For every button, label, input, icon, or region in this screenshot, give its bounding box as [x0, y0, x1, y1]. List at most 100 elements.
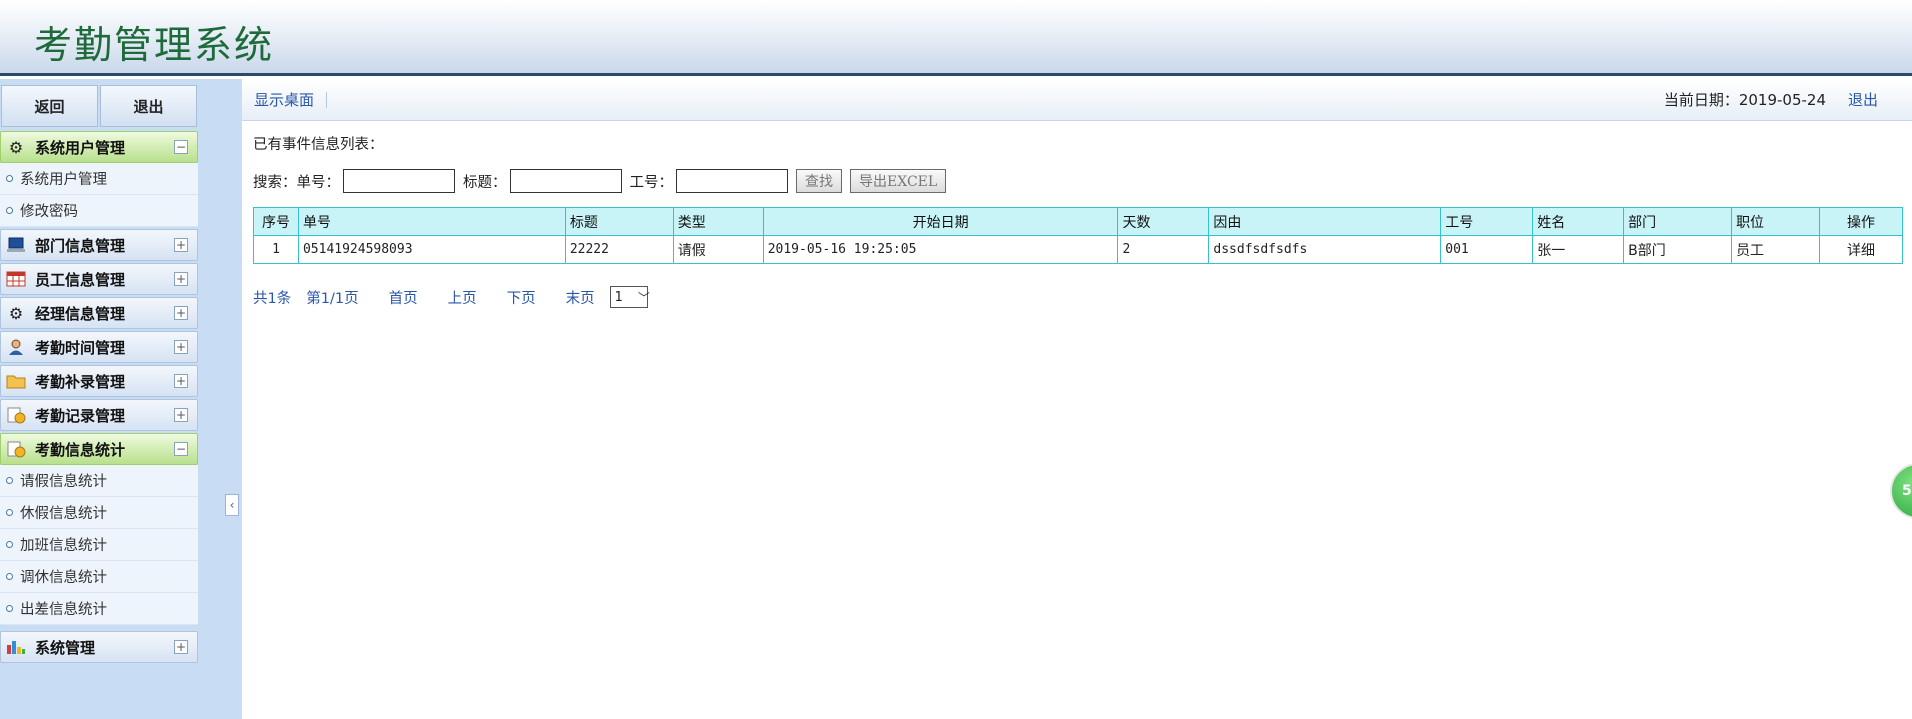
cell-emp-no: 001	[1440, 235, 1534, 264]
menu-item-compensatory-leave-stats[interactable]: 调休信息统计	[0, 561, 198, 593]
menu-group-label: 系统管理	[35, 638, 96, 657]
menu-group-managers[interactable]: ⚙ 经理信息管理 +	[0, 297, 198, 329]
first-page-link[interactable]: 首页	[389, 287, 418, 308]
col-header: 序号	[253, 207, 299, 236]
cell-title: 22222	[564, 235, 674, 264]
current-date: 当前日期：2019-05-24	[1663, 91, 1826, 109]
page-select-value: 1	[614, 289, 623, 305]
menu-item-vacation-stats[interactable]: 休假信息统计	[0, 497, 198, 529]
bullet-icon	[6, 477, 13, 484]
bullet-icon	[6, 605, 13, 612]
menu-item-business-trip-stats[interactable]: 出差信息统计	[0, 593, 198, 625]
menu-group-system-users[interactable]: ⚙ 系统用户管理 −	[0, 131, 198, 163]
menu-item-label: 调休信息统计	[20, 570, 107, 586]
pagination: 共1条 第1/1页 首页 上页 下页 末页 1 ﹀	[253, 286, 650, 308]
main-content: 显示桌面 当前日期：2019-05-24 退出 已有事件信息列表： 搜索： 单号…	[242, 79, 1912, 719]
menu-group-label: 考勤补录管理	[35, 372, 126, 391]
expand-toggle-icon[interactable]: +	[174, 306, 188, 320]
show-desktop-link[interactable]: 显示桌面	[254, 89, 314, 110]
list-title: 已有事件信息列表：	[253, 137, 384, 153]
back-button[interactable]: 返回	[1, 85, 98, 127]
cell-start-date: 2019-05-16 19:25:05	[762, 235, 1119, 264]
menu-item-label: 请假信息统计	[20, 474, 107, 490]
order-no-input[interactable]	[343, 169, 455, 193]
page-select[interactable]: 1 ﹀	[609, 286, 650, 308]
coins-icon	[5, 405, 27, 425]
bullet-icon	[6, 509, 13, 516]
menu-group-label: 考勤记录管理	[35, 406, 126, 425]
cell-days: 2	[1117, 235, 1210, 264]
cell-reason: dssdfsdfsdfs	[1208, 235, 1442, 264]
menu-item-change-password[interactable]: 修改密码	[0, 195, 198, 227]
emp-no-input[interactable]	[676, 169, 788, 193]
table-icon	[5, 269, 27, 289]
cell-type: 请假	[672, 235, 764, 264]
col-header: 工号	[1440, 207, 1534, 236]
menu-item-overtime-stats[interactable]: 加班信息统计	[0, 529, 198, 561]
col-header: 职位	[1731, 207, 1820, 236]
col-header: 姓名	[1532, 207, 1625, 236]
menu-group-employees[interactable]: 员工信息管理 +	[0, 263, 198, 295]
toolbar: 显示桌面 当前日期：2019-05-24 退出	[242, 79, 1912, 121]
menu-group-departments[interactable]: 部门信息管理 +	[0, 229, 198, 261]
menu-group-label: 经理信息管理	[35, 304, 126, 323]
menu-group-label: 考勤信息统计	[35, 440, 126, 459]
app-title: 考勤管理系统	[34, 23, 275, 67]
cell-name: 张一	[1532, 235, 1625, 264]
cell-position: 员工	[1731, 235, 1820, 264]
col-header: 天数	[1117, 207, 1210, 236]
export-excel-button[interactable]: 导出EXCEL	[850, 169, 947, 193]
toolbar-divider	[326, 91, 328, 108]
coins-icon	[5, 439, 27, 459]
sidebar-top-buttons: 返回 退出	[0, 83, 198, 129]
logout-link[interactable]: 退出	[1848, 89, 1878, 110]
title-input[interactable]	[509, 169, 622, 193]
menu-item-leave-stats[interactable]: 请假信息统计	[0, 465, 198, 497]
table-header-row: 序号 单号 标题 类型 开始日期 天数 因由 工号 姓名 部门 职位 操作	[253, 207, 1903, 236]
user-icon	[5, 337, 27, 357]
app-header: 考勤管理系统	[0, 0, 1912, 76]
sidebar-menu: 返回 退出 ⚙ 系统用户管理 − 系统用户管理 修改密码 部门信息管理 + 员工…	[0, 83, 198, 663]
collapse-toggle-icon[interactable]: −	[174, 442, 188, 456]
detail-link[interactable]: 详细	[1819, 235, 1903, 264]
col-header: 类型	[672, 207, 764, 236]
menu-group-system-management[interactable]: 系统管理 +	[0, 631, 198, 663]
menu-group-attendance-statistics[interactable]: 考勤信息统计 −	[0, 433, 198, 465]
chevron-down-icon: ﹀	[637, 290, 650, 305]
pager-total: 共1条	[253, 290, 292, 307]
menu-item-label: 系统用户管理	[20, 172, 107, 188]
expand-toggle-icon[interactable]: +	[174, 374, 188, 388]
col-header: 开始日期	[762, 207, 1119, 236]
collapse-toggle-icon[interactable]: −	[174, 140, 188, 154]
last-page-link[interactable]: 末页	[566, 287, 595, 308]
gear-icon: ⚙	[8, 137, 24, 157]
prev-page-link[interactable]: 上页	[448, 287, 477, 308]
find-button[interactable]: 查找	[796, 169, 842, 193]
menu-group-attendance-records[interactable]: 考勤记录管理 +	[0, 399, 198, 431]
menu-item-system-users[interactable]: 系统用户管理	[0, 163, 198, 195]
col-header: 部门	[1623, 207, 1733, 236]
menu-group-label: 考勤时间管理	[35, 338, 126, 357]
sidebar: 返回 退出 ⚙ 系统用户管理 − 系统用户管理 修改密码 部门信息管理 + 员工…	[0, 79, 242, 719]
exit-button[interactable]: 退出	[100, 85, 197, 127]
menu-group-label: 系统用户管理	[35, 138, 126, 157]
menu-group-label: 部门信息管理	[35, 236, 126, 255]
pager-page: 第1/1页	[306, 290, 359, 307]
laptop-icon	[5, 235, 27, 255]
menu-group-attendance-supplement[interactable]: 考勤补录管理 +	[0, 365, 198, 397]
expand-toggle-icon[interactable]: +	[174, 640, 188, 654]
next-page-link[interactable]: 下页	[507, 287, 536, 308]
cell-order-no: 05141924598093	[297, 235, 566, 264]
sidebar-collapse-icon[interactable]: ‹	[225, 494, 239, 516]
bullet-icon	[6, 573, 13, 580]
menu-group-attendance-time[interactable]: 考勤时间管理 +	[0, 331, 198, 363]
gear-icon: ⚙	[8, 303, 24, 323]
expand-toggle-icon[interactable]: +	[174, 238, 188, 252]
cell-department: B部门	[1623, 235, 1733, 264]
menu-item-label: 加班信息统计	[20, 538, 107, 554]
expand-toggle-icon[interactable]: +	[174, 272, 188, 286]
expand-toggle-icon[interactable]: +	[174, 408, 188, 422]
expand-toggle-icon[interactable]: +	[174, 340, 188, 354]
col-header: 标题	[564, 207, 674, 236]
search-bar: 搜索： 单号： 标题： 工号： 查找 导出EXCEL	[253, 169, 954, 193]
